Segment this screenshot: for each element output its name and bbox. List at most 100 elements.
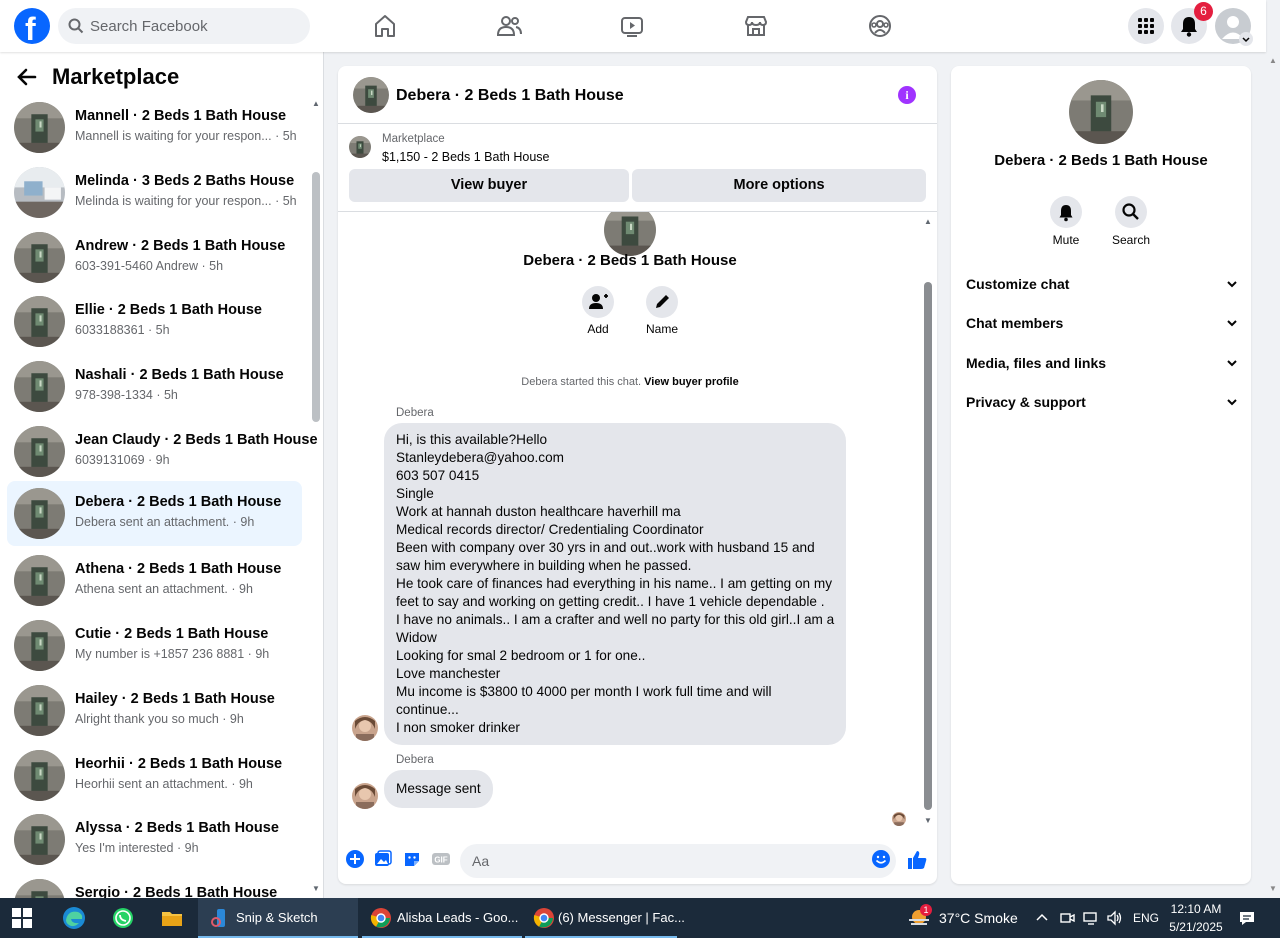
view-buyer-button[interactable]: View buyer xyxy=(349,169,629,202)
add-button[interactable] xyxy=(582,286,614,318)
facebook-logo[interactable]: f xyxy=(14,8,50,47)
conversation-item[interactable]: Alyssa · 2 Beds 1 Bath House Yes I'm int… xyxy=(7,807,302,871)
conversation-name: Sergio · 2 Beds 1 Bath House xyxy=(75,885,278,898)
message-line: continue... xyxy=(396,702,459,717)
whatsapp-icon[interactable] xyxy=(111,906,135,930)
back-arrow-icon[interactable] xyxy=(16,66,38,88)
file-explorer-icon[interactable] xyxy=(160,906,184,930)
search-icon xyxy=(68,18,84,34)
started-text: Debera started this chat. xyxy=(521,376,642,388)
name-button[interactable] xyxy=(646,286,678,318)
scroll-up-icon[interactable]: ▲ xyxy=(1269,56,1277,65)
language-indicator[interactable]: ENG xyxy=(1133,898,1159,938)
conversation-item[interactable]: Melinda · 3 Beds 2 Baths House Melinda i… xyxy=(7,160,302,224)
search-in-chat-button[interactable] xyxy=(1115,196,1147,228)
listing-avatar xyxy=(14,102,65,153)
network-icon[interactable] xyxy=(1082,909,1100,927)
conversation-item[interactable]: Andrew · 2 Beds 1 Bath House 603-391-546… xyxy=(7,225,302,289)
listing-thumbnail[interactable] xyxy=(349,136,371,158)
like-icon[interactable] xyxy=(906,849,928,871)
info-icon[interactable]: i xyxy=(898,86,916,104)
taskbar-app-chrome-messenger[interactable]: (6) Messenger | Fac... xyxy=(525,898,685,938)
account-avatar[interactable] xyxy=(1215,8,1253,46)
plus-icon[interactable] xyxy=(345,849,365,869)
privacy-support-section[interactable]: Privacy & support xyxy=(966,394,1238,414)
menu-button[interactable] xyxy=(1128,8,1164,44)
chevron-down-icon xyxy=(1227,399,1237,406)
chat-title[interactable]: Debera · 2 Beds 1 Bath House xyxy=(396,87,624,105)
listing-avatar xyxy=(14,814,65,865)
conversation-item[interactable]: Mannell · 2 Beds 1 Bath House Mannell is… xyxy=(7,95,302,159)
conversation-preview: Melinda is waiting for your respon... · … xyxy=(75,194,297,208)
conversation-item[interactable]: Athena · 2 Beds 1 Bath House Athena sent… xyxy=(7,548,302,612)
message-line: Medical records director/ Credentialing … xyxy=(396,522,704,537)
details-name: Debera · 2 Beds 1 Bath House xyxy=(994,152,1208,169)
chat-panel: Debera · 2 Beds 1 Bath House i Marketpla… xyxy=(338,66,937,884)
thread-scroll-up-icon[interactable]: ▲ xyxy=(924,217,932,226)
page-scrollbar[interactable]: ▲ ▼ xyxy=(1266,0,1280,898)
photo-icon[interactable] xyxy=(373,849,393,869)
conversation-item[interactable]: Nashali · 2 Beds 1 Bath House 978-398-13… xyxy=(7,354,302,418)
list-scrollbar-thumb[interactable] xyxy=(312,172,320,422)
home-icon[interactable] xyxy=(371,12,399,40)
taskbar-app-chrome-leads[interactable]: Alisba Leads - Goo... xyxy=(362,898,522,938)
conversation-item[interactable]: Ellie · 2 Beds 1 Bath House 6033188361 ·… xyxy=(7,289,302,353)
message-thread: Debera · 2 Beds 1 Bath House Add Name De… xyxy=(338,212,937,832)
conversation-name: Athena · 2 Beds 1 Bath House xyxy=(75,561,282,577)
message-line: Looking for smal 2 bedroom or 1 for one.… xyxy=(396,648,646,663)
edge-browser-icon[interactable] xyxy=(62,906,86,930)
clock[interactable]: 12:10 AM 5/21/2025 xyxy=(1166,898,1226,938)
customize-chat-section[interactable]: Customize chat xyxy=(966,276,1238,296)
conversation-item[interactable]: Cutie · 2 Beds 1 Bath House My number is… xyxy=(7,613,302,677)
taskbar-app-snip-sketch[interactable]: Snip & Sketch xyxy=(198,898,358,938)
message-bubble[interactable]: Hi, is this available?Hello Stanleydeber… xyxy=(384,423,847,745)
add-person-icon xyxy=(589,294,608,309)
list-scroll-up-icon[interactable]: ▲ xyxy=(312,99,320,108)
chrome-icon xyxy=(370,908,391,928)
message-bubble[interactable]: Message sent xyxy=(384,770,493,808)
message-input[interactable] xyxy=(460,844,896,878)
conversation-name: Melinda · 3 Beds 2 Baths House xyxy=(75,173,295,189)
sender-avatar[interactable] xyxy=(352,783,378,809)
volume-icon[interactable] xyxy=(1106,909,1124,927)
marketplace-icon[interactable] xyxy=(742,12,770,40)
chevron-down-icon xyxy=(1227,281,1237,288)
thread-scroll-down-icon[interactable]: ▼ xyxy=(924,816,932,825)
conversation-preview: 6033188361 · 5h xyxy=(75,323,170,337)
sticker-icon[interactable] xyxy=(402,849,422,869)
media-files-links-section[interactable]: Media, files and links xyxy=(966,355,1238,375)
conversation-preview: Heorhii sent an attachment. · 9h xyxy=(75,777,253,791)
conversation-item[interactable]: Hailey · 2 Beds 1 Bath House Alright tha… xyxy=(7,678,302,742)
sender-avatar[interactable] xyxy=(352,715,378,741)
listing-price-title[interactable]: $1,150 - 2 Beds 1 Bath House xyxy=(382,150,549,164)
thread-scrollbar-thumb[interactable] xyxy=(924,282,932,810)
conversation-item[interactable]: Sergio · 2 Beds 1 Bath House xyxy=(7,872,302,898)
notifications-button[interactable]: 6 xyxy=(1171,2,1213,44)
friends-icon[interactable] xyxy=(495,12,523,40)
windows-start-icon[interactable] xyxy=(12,908,32,928)
message-line: Stanleydebera@yahoo.com xyxy=(396,450,564,465)
emoji-icon[interactable] xyxy=(871,849,891,869)
listing-avatar xyxy=(14,685,65,736)
mute-button[interactable] xyxy=(1050,196,1082,228)
list-scroll-down-icon[interactable]: ▼ xyxy=(312,884,320,893)
view-buyer-profile-link[interactable]: View buyer profile xyxy=(644,376,739,388)
chevron-up-icon[interactable] xyxy=(1034,910,1050,926)
conversation-item[interactable]: Jean Claudy · 2 Beds 1 Bath House 603913… xyxy=(7,419,318,483)
search-input[interactable] xyxy=(90,8,300,44)
more-options-button[interactable]: More options xyxy=(632,169,926,202)
notification-center-icon[interactable] xyxy=(1238,909,1256,927)
search-bar[interactable] xyxy=(58,8,310,44)
conversation-name: Jean Claudy · 2 Beds 1 Bath House xyxy=(75,432,318,448)
conversation-item[interactable]: Heorhii · 2 Beds 1 Bath House Heorhii se… xyxy=(7,743,302,807)
scroll-down-icon[interactable]: ▼ xyxy=(1269,884,1277,893)
conversation-item-active[interactable]: Debera · 2 Beds 1 Bath House Debera sent… xyxy=(7,481,302,546)
chat-avatar[interactable] xyxy=(353,77,389,113)
meet-now-icon[interactable] xyxy=(1058,909,1076,927)
video-icon[interactable] xyxy=(618,12,646,40)
gif-icon[interactable]: GIF xyxy=(431,849,451,869)
details-avatar[interactable] xyxy=(1069,80,1133,144)
chat-members-section[interactable]: Chat members xyxy=(966,315,1238,335)
groups-icon[interactable] xyxy=(866,12,894,40)
grid-menu-icon xyxy=(1138,18,1154,34)
